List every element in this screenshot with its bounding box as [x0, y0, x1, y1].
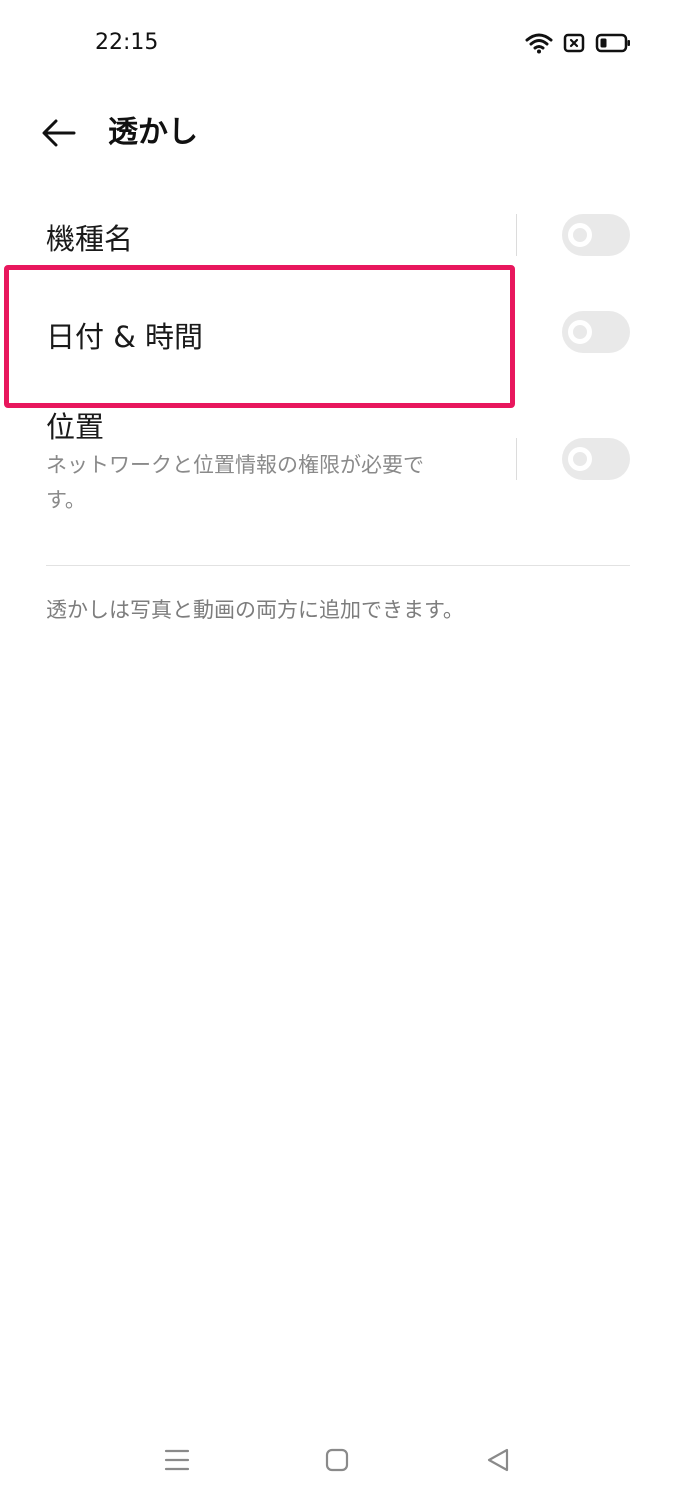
toggle-knob [568, 447, 592, 471]
status-icons [525, 32, 631, 54]
nav-back-button[interactable] [478, 1440, 518, 1480]
date-time-toggle[interactable] [562, 311, 630, 353]
wifi-icon [525, 33, 553, 54]
menu-icon [164, 1449, 190, 1471]
watermark-settings-screen: 22:15 透かし 機種名 日付 & 時間 位置 ネットワークと位置情報の権限が… [0, 0, 675, 1500]
setting-description-location-line2: す。 [46, 488, 86, 512]
section-divider [46, 565, 630, 566]
page-title: 透かし [108, 115, 198, 150]
back-triangle-icon [487, 1448, 509, 1472]
setting-description-location-line1: ネットワークと位置情報の権限が必要で [46, 453, 424, 477]
device-name-toggle[interactable] [562, 214, 630, 256]
back-button[interactable] [34, 110, 84, 156]
toggle-knob [568, 320, 592, 344]
battery-icon [595, 33, 630, 53]
toggle-knob [568, 223, 592, 247]
row-divider [516, 438, 517, 480]
home-button[interactable] [317, 1440, 357, 1480]
row-divider [516, 214, 517, 256]
status-bar: 22:15 [0, 0, 675, 86]
status-time: 22:15 [95, 30, 159, 55]
footnote-text: 透かしは写真と動画の両方に追加できます。 [46, 598, 464, 622]
app-header: 透かし [0, 100, 675, 166]
navigation-bar [0, 1430, 675, 1490]
setting-label-device-name: 機種名 [46, 222, 134, 256]
highlight-box [4, 265, 515, 408]
arrow-left-icon [42, 119, 76, 147]
recent-apps-button[interactable] [157, 1440, 197, 1480]
home-icon [325, 1448, 349, 1472]
setting-row-device-name[interactable]: 機種名 [0, 196, 675, 276]
setting-row-location[interactable]: 位置 ネットワークと位置情報の権限が必要で す。 [0, 400, 675, 530]
sim-error-icon [563, 33, 585, 53]
location-toggle[interactable] [562, 438, 630, 480]
setting-label-location: 位置 [46, 410, 105, 444]
